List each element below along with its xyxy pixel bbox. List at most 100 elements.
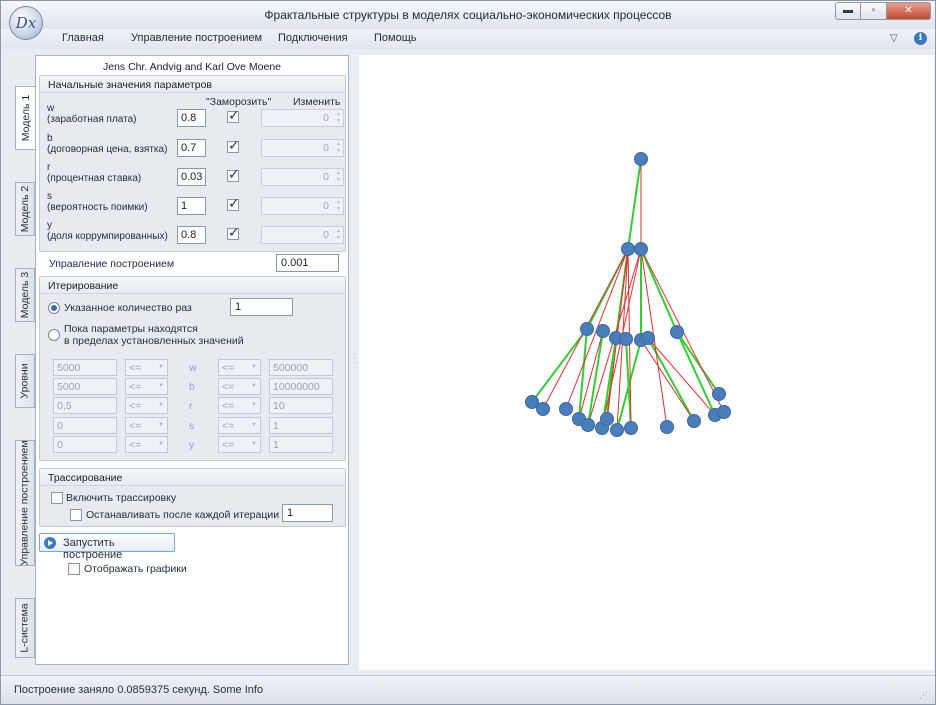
tree-edge-green [647,337,695,422]
freeze-checkbox-y[interactable] [227,224,240,241]
freeze-checkbox-w[interactable] [227,107,240,124]
menu-bar: Главная Управление построением Подключен… [1,29,935,49]
maximize-button[interactable]: ▫ [861,2,887,20]
range-min-w[interactable]: 5000 [53,359,117,376]
radio-count[interactable] [48,302,60,314]
change-spin-w[interactable]: 0 [261,109,344,127]
tree-node [580,322,594,336]
range-op1-w[interactable]: <= [125,359,168,376]
tab-model-3[interactable]: Модель 3 [15,268,35,322]
stop-each-input[interactable]: 1 [282,504,333,522]
app-logo-icon[interactable]: Dx [9,6,43,40]
radio-range[interactable] [48,329,60,341]
status-bar: Построение заняло 0.0859375 секунд. Some… [1,675,935,704]
tree-node [712,387,726,401]
range-max-r[interactable]: 10 [269,397,333,414]
menu-item-help[interactable]: Помощь [374,32,417,44]
range-max-y[interactable]: 1 [269,436,333,453]
menu-item-home[interactable]: Главная [62,32,104,44]
run-build-button[interactable]: Запустить построение [39,533,175,561]
trace-group-title: Трассирование [48,472,123,484]
tree-edge-green [627,158,642,250]
tree-node [634,242,648,256]
stop-each-label: Останавливать после каждой итерации [86,509,280,521]
model-authors: Jens Chr. Andvig and Karl Ove Moene [102,61,282,73]
param-input-s[interactable]: 1 [177,197,206,215]
tab-levels[interactable]: Уровни [15,354,35,408]
param-input-w[interactable]: 0.8 [177,109,206,127]
freeze-checkbox-s[interactable] [227,195,240,212]
range-max-s[interactable]: 1 [269,417,333,434]
tab-model-1[interactable]: Модель 1 [15,86,36,150]
range-op2-y[interactable]: <= [218,436,261,453]
close-button[interactable]: ✕ [887,2,931,20]
tree-edge-green [676,331,720,395]
range-var-r: r [189,400,193,412]
enable-trace-label: Включить трассировку [66,492,177,504]
range-op1-s[interactable]: <= [125,417,168,434]
range-op2-s[interactable]: <= [218,417,261,434]
radio-count-label: Указанное количество раз [64,302,192,314]
change-spin-r[interactable]: 0 [261,168,344,186]
menu-item-connections[interactable]: Подключения [278,32,348,44]
iteration-group-title: Итерирование [48,280,119,292]
range-op1-y[interactable]: <= [125,436,168,453]
freeze-checkbox-r[interactable] [227,166,240,183]
tree-node [660,420,674,434]
tab-model-2[interactable]: Модель 2 [15,182,35,236]
enable-trace-checkbox[interactable] [51,492,63,504]
status-text: Построение заняло 0.0859375 секунд. Some… [14,684,264,696]
tree-node [610,423,624,437]
param-input-r[interactable]: 0.03 [177,168,206,186]
tree-node [536,402,550,416]
title-bar[interactable]: Фрактальные структуры в моделях социальн… [1,1,935,29]
iteration-count-input[interactable]: 1 [230,298,293,316]
range-min-r[interactable]: 0,5 [53,397,117,414]
build-control-input[interactable]: 0.001 [276,254,339,272]
param-label-s: s (вероятность поимки) [47,191,148,213]
param-label-y: y (доля коррумпированных) [47,220,168,242]
window-title: Фрактальные структуры в моделях социальн… [264,8,672,22]
range-op1-r[interactable]: <= [125,397,168,414]
tree-node [559,402,573,416]
range-min-b[interactable]: 5000 [53,378,117,395]
tab-l-system[interactable]: L-система [15,598,35,658]
param-label-b: b (договорная цена, взятка) [47,133,168,155]
minimize-button[interactable]: ▬ [835,2,861,20]
param-input-y[interactable]: 0.8 [177,226,206,244]
tree-node [687,414,701,428]
freeze-checkbox-b[interactable] [227,137,240,154]
range-max-b[interactable]: 10000000 [269,378,333,395]
show-graphs-checkbox[interactable] [68,563,80,575]
param-input-b[interactable]: 0.7 [177,139,206,157]
info-icon[interactable]: i [914,32,927,45]
splitter-handle[interactable]: · · · [353,351,356,367]
range-min-y[interactable]: 0 [53,436,117,453]
tree-node [641,331,655,345]
tree-edge-green [640,248,678,333]
stop-each-checkbox[interactable] [70,509,82,521]
range-var-b: b [189,381,195,393]
range-var-w: w [189,362,197,374]
fractal-canvas [359,55,934,670]
chevron-down-icon[interactable]: ▽ [890,33,902,45]
change-spin-s[interactable]: 0 [261,197,344,215]
change-spin-y[interactable]: 0 [261,226,344,244]
menu-item-build-control[interactable]: Управление построением [131,32,262,44]
app-window: Фрактальные структуры в моделях социальн… [0,0,936,705]
range-op1-b[interactable]: <= [125,378,168,395]
range-max-w[interactable]: 500000 [269,359,333,376]
range-op2-r[interactable]: <= [218,397,261,414]
build-control-label: Управление построением [49,258,175,270]
window-controls: ▬ ▫ ✕ [835,2,931,20]
menu-right-tools: ▽ i [890,32,927,45]
show-graphs-label: Отображать графики [84,563,187,575]
resize-grip-icon[interactable]: ⋰ [919,690,929,700]
range-min-s[interactable]: 0 [53,417,117,434]
range-op2-w[interactable]: <= [218,359,261,376]
change-spin-b[interactable]: 0 [261,139,344,157]
range-op2-b[interactable]: <= [218,378,261,395]
radio-range-label-2: в пределах установленных значений [64,335,244,347]
tab-build-control[interactable]: Управление построением [15,440,35,566]
tree-node [619,332,633,346]
